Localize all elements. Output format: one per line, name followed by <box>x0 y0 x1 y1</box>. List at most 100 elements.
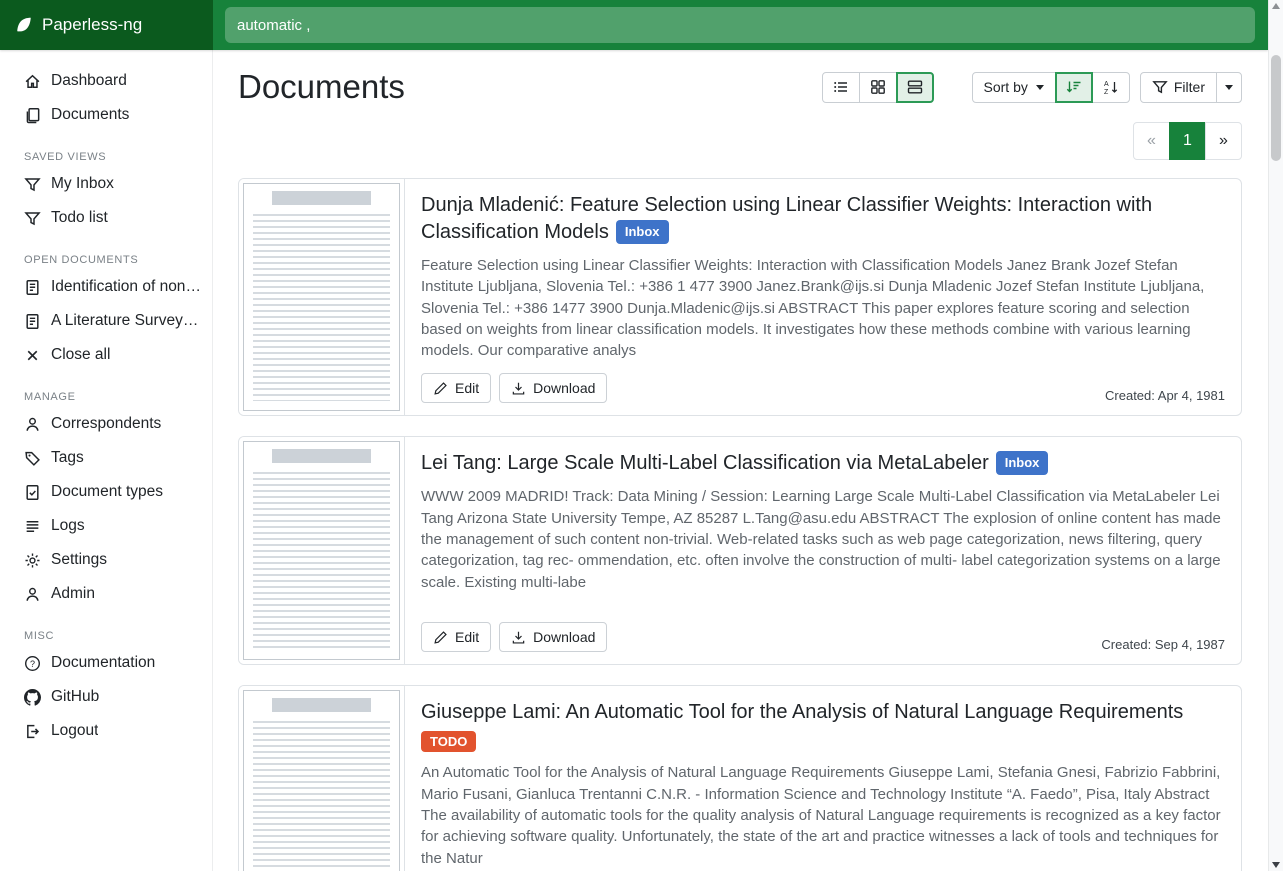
sidebar-item-settings[interactable]: Settings <box>0 543 212 577</box>
close-icon <box>24 347 41 364</box>
edit-button[interactable]: Edit <box>421 373 491 403</box>
person-icon <box>24 416 41 433</box>
tag-badge[interactable]: TODO <box>421 731 476 752</box>
question-icon: ? <box>24 655 41 672</box>
sidebar-item-open-doc-1[interactable]: Identification of non-fu… <box>0 270 212 304</box>
file-check-icon <box>24 484 41 501</box>
document-title-link[interactable]: Dunja Mladenić: Feature Selection using … <box>421 192 1225 246</box>
download-button[interactable]: Download <box>499 622 607 652</box>
sidebar-item-documents[interactable]: Documents <box>0 98 212 132</box>
sidebar-item-close-all[interactable]: Close all <box>0 338 212 372</box>
sidebar-item-label: A Literature Survey on … <box>51 312 202 330</box>
document-thumbnail[interactable] <box>239 686 405 871</box>
sidebar-item-label: Document types <box>51 483 163 501</box>
svg-text:Z: Z <box>1104 89 1109 95</box>
tag-badge[interactable]: Inbox <box>616 220 669 244</box>
sidebar-item-documentation[interactable]: ? Documentation <box>0 646 212 680</box>
sidebar-item-label: Todo list <box>51 209 108 227</box>
created-date: Created: Apr 4, 1981 <box>1105 388 1225 403</box>
search-input[interactable] <box>225 7 1255 43</box>
sidebar-item-label: Admin <box>51 585 95 603</box>
sidebar-item-logout[interactable]: Logout <box>0 714 212 748</box>
scrollbar-thumb[interactable] <box>1271 55 1281 161</box>
section-misc: MISC <box>0 624 212 646</box>
sidebar-item-admin[interactable]: Admin <box>0 577 212 611</box>
thumbnail-page-preview <box>243 690 400 871</box>
document-title-link[interactable]: Lei Tang: Large Scale Multi-Label Classi… <box>421 450 1225 477</box>
grid-view-button[interactable] <box>859 72 897 103</box>
scrollbar-up-arrow[interactable] <box>1272 3 1280 9</box>
app-title: Paperless-ng <box>42 15 142 35</box>
pagination-page-1-button[interactable]: 1 <box>1169 122 1206 160</box>
download-button[interactable]: Download <box>499 373 607 403</box>
sidebar-item-label: Documentation <box>51 654 155 672</box>
document-card: Dunja Mladenić: Feature Selection using … <box>238 178 1242 416</box>
tag-row: TODO <box>421 731 1225 753</box>
documents-icon <box>24 107 41 124</box>
sidebar-item-my-inbox[interactable]: My Inbox <box>0 167 212 201</box>
sidebar-item-label: Logs <box>51 517 85 535</box>
scrollbar[interactable] <box>1268 0 1283 871</box>
pagination-prev-button[interactable]: « <box>1133 122 1170 160</box>
download-label: Download <box>533 629 595 645</box>
sort-alpha-button[interactable]: AZ <box>1092 72 1130 103</box>
tag-icon <box>24 450 41 467</box>
document-thumbnail[interactable] <box>239 437 405 664</box>
app-logo[interactable]: Paperless-ng <box>0 0 213 50</box>
sidebar-item-github[interactable]: GitHub <box>0 680 212 714</box>
scrollbar-down-arrow[interactable] <box>1272 862 1280 868</box>
funnel-icon <box>1152 79 1168 95</box>
chevron-down-icon <box>1036 85 1044 90</box>
document-card: Giuseppe Lami: An Automatic Tool for the… <box>238 685 1242 871</box>
created-date: Created: Sep 4, 1987 <box>1101 637 1225 652</box>
document-card-body: Giuseppe Lami: An Automatic Tool for the… <box>405 686 1241 871</box>
sidebar-item-dashboard[interactable]: Dashboard <box>0 64 212 98</box>
download-icon <box>511 381 526 396</box>
gear-icon <box>24 552 41 569</box>
sidebar-item-label: GitHub <box>51 688 99 706</box>
sidebar-item-correspondents[interactable]: Correspondents <box>0 407 212 441</box>
sidebar-item-tags[interactable]: Tags <box>0 441 212 475</box>
sidebar-item-label: Close all <box>51 346 110 364</box>
list-view-button[interactable] <box>822 72 860 103</box>
edit-button[interactable]: Edit <box>421 622 491 652</box>
sidebar-item-logs[interactable]: Logs <box>0 509 212 543</box>
document-title: Giuseppe Lami: An Automatic Tool for the… <box>421 701 1183 723</box>
sort-direction-button[interactable] <box>1055 72 1093 103</box>
document-list: Dunja Mladenić: Feature Selection using … <box>238 178 1242 871</box>
pencil-icon <box>433 630 448 645</box>
svg-text:?: ? <box>30 658 35 668</box>
sidebar-item-todo-list[interactable]: Todo list <box>0 201 212 235</box>
document-title-link[interactable]: Giuseppe Lami: An Automatic Tool for the… <box>421 699 1225 726</box>
sort-group: Sort by AZ <box>972 72 1130 103</box>
document-thumbnail[interactable] <box>239 179 405 415</box>
document-card-body: Dunja Mladenić: Feature Selection using … <box>405 179 1241 415</box>
sidebar: Dashboard Documents SAVED VIEWS My Inbox… <box>0 50 213 871</box>
sidebar-item-document-types[interactable]: Document types <box>0 475 212 509</box>
document-title: Lei Tang: Large Scale Multi-Label Classi… <box>421 452 989 474</box>
sort-by-label: Sort by <box>984 79 1028 95</box>
filter-button[interactable]: Filter <box>1140 72 1217 103</box>
svg-text:A: A <box>1104 81 1109 88</box>
pagination-next-button[interactable]: » <box>1205 122 1242 160</box>
dashboard-icon <box>24 73 41 90</box>
filter-dropdown-toggle[interactable] <box>1216 72 1242 103</box>
document-excerpt: An Automatic Tool for the Analysis of Na… <box>421 762 1225 868</box>
document-title: Dunja Mladenić: Feature Selection using … <box>421 194 1152 243</box>
section-manage: MANAGE <box>0 385 212 407</box>
file-icon <box>24 313 41 330</box>
edit-label: Edit <box>455 380 479 396</box>
sidebar-item-label: Logout <box>51 722 98 740</box>
github-icon <box>24 689 41 706</box>
sidebar-item-label: My Inbox <box>51 175 114 193</box>
tag-badge[interactable]: Inbox <box>996 451 1049 475</box>
toolbar: Sort by AZ Filter <box>822 72 1242 103</box>
sort-by-dropdown[interactable]: Sort by <box>972 72 1056 103</box>
filter-group: Filter <box>1140 72 1242 103</box>
leaf-icon <box>15 16 33 34</box>
view-toggle-group <box>822 72 934 103</box>
sidebar-item-label: Identification of non-fu… <box>51 278 202 296</box>
sidebar-item-label: Correspondents <box>51 415 161 433</box>
sidebar-item-open-doc-2[interactable]: A Literature Survey on … <box>0 304 212 338</box>
card-view-button[interactable] <box>896 72 934 103</box>
